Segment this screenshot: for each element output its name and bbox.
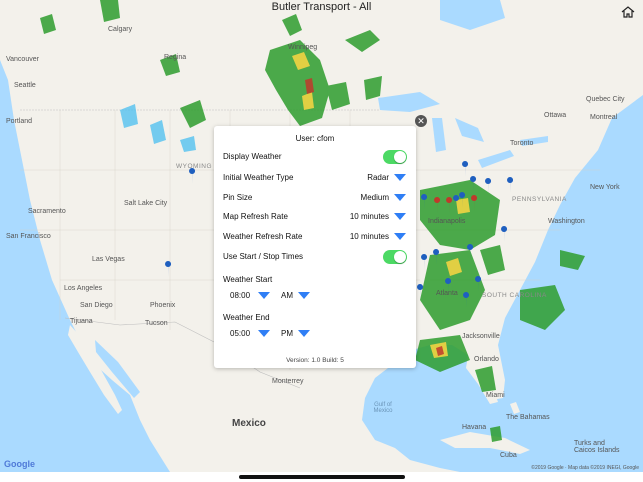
initial-weather-type-value[interactable]: Radar — [367, 173, 389, 182]
initial-weather-type-label: Initial Weather Type — [223, 173, 294, 182]
map-label-the-bahamas: The Bahamas — [506, 414, 550, 421]
settings-panel: User: cfom Display Weather Initial Weath… — [214, 126, 416, 368]
weather-refresh-row[interactable]: Weather Refresh Rate 10 minutes — [223, 230, 407, 244]
map-label-orlando: Orlando — [474, 356, 499, 363]
map-label-san-francisco: San Francisco — [6, 233, 51, 240]
display-weather-toggle[interactable] — [383, 150, 407, 164]
map-label-new-york: New York — [590, 184, 620, 191]
weather-end-ampm[interactable]: PM — [281, 329, 293, 338]
chevron-down-icon[interactable] — [298, 292, 310, 299]
google-logo: Google — [4, 459, 35, 469]
weather-end-label: Weather End — [223, 313, 270, 322]
chevron-down-icon[interactable] — [258, 292, 270, 299]
map-label-calgary: Calgary — [108, 26, 133, 33]
chevron-down-icon[interactable] — [258, 330, 270, 337]
chevron-down-icon[interactable] — [298, 330, 310, 337]
chevron-down-icon[interactable] — [394, 194, 406, 201]
weather-start-time[interactable]: 08:00 — [230, 291, 250, 300]
version-label: Version: 1.0 Build: 5 — [286, 357, 344, 364]
map-label-montreal: Montreal — [590, 114, 618, 121]
map-label-winnipeg: Winnipeg — [288, 44, 318, 51]
home-indicator[interactable] — [239, 475, 405, 479]
home-icon[interactable] — [621, 6, 635, 18]
user-label: User: cfom — [295, 134, 335, 143]
map-label-havana: Havana — [462, 424, 487, 431]
map-label-monterrey: Monterrey — [272, 378, 304, 385]
map-label-portland: Portland — [6, 118, 33, 125]
close-icon[interactable]: ✕ — [415, 115, 427, 127]
weather-start-ampm[interactable]: AM — [281, 291, 293, 300]
pin-size-label: Pin Size — [223, 193, 253, 202]
map-label-regina: Regina — [164, 54, 187, 61]
map-copyright: ©2019 Google · Map data ©2019 INEGI, Goo… — [531, 465, 639, 471]
map-label-phoenix: Phoenix — [150, 302, 176, 309]
map-label-salt-lake: Salt Lake City — [124, 200, 168, 207]
map-label-south-carolina: SOUTH CAROLINA — [482, 292, 547, 299]
chevron-down-icon[interactable] — [394, 174, 406, 181]
map-label-mexico: Mexico — [232, 418, 266, 429]
map-refresh-value[interactable]: 10 minutes — [350, 212, 389, 221]
weather-refresh-label: Weather Refresh Rate — [223, 232, 303, 241]
weather-refresh-value[interactable]: 10 minutes — [350, 232, 389, 241]
pin-size-row[interactable]: Pin Size Medium — [223, 191, 407, 205]
start-stop-label: Use Start / Stop Times — [223, 252, 304, 261]
map-label-cuba: Cuba — [500, 452, 517, 459]
map-label-gulf-of-mexico: Gulf of Mexico — [373, 402, 393, 414]
map-label-sacramento: Sacramento — [28, 208, 66, 215]
map-label-washington: Washington — [548, 218, 585, 225]
map-label-wyoming: WYOMING — [176, 163, 212, 170]
start-stop-toggle[interactable] — [383, 250, 407, 264]
map-label-vancouver: Vancouver — [6, 56, 39, 63]
map-refresh-label: Map Refresh Rate — [223, 212, 288, 221]
start-stop-row: Use Start / Stop Times — [223, 250, 407, 264]
map-label-quebec-city: Quebec City — [586, 96, 625, 103]
map-label-tijuana: Tijuana — [70, 318, 93, 325]
map-label-pennsylvania: PENNSYLVANIA — [512, 196, 567, 203]
map-label-ottawa: Ottawa — [544, 112, 567, 119]
map-label-san-diego: San Diego — [80, 302, 113, 309]
map-label-toronto: Toronto — [510, 140, 534, 147]
chevron-down-icon[interactable] — [394, 213, 406, 220]
map-label-tucson: Tucson — [145, 320, 168, 327]
display-weather-label: Display Weather — [223, 152, 282, 161]
map-label-atlanta: Atlanta — [436, 290, 458, 297]
display-weather-row: Display Weather — [223, 150, 407, 164]
weather-start-label: Weather Start — [223, 275, 273, 284]
map-label-turks-caicos: Turks and Caicos Islands — [574, 440, 620, 454]
map-refresh-row[interactable]: Map Refresh Rate 10 minutes — [223, 210, 407, 224]
map-label-miami: Miami — [486, 392, 505, 399]
window-title: Butler Transport - All — [271, 1, 372, 13]
map-label-las-vegas: Las Vegas — [92, 256, 125, 263]
weather-end-time[interactable]: 05:00 — [230, 329, 250, 338]
map-label-indianapolis: Indianapolis — [428, 218, 466, 225]
map-label-los-angeles: Los Angeles — [64, 285, 103, 292]
map-label-jacksonville: Jacksonville — [462, 333, 500, 340]
map-label-seattle: Seattle — [14, 82, 36, 89]
chevron-down-icon[interactable] — [394, 233, 406, 240]
pin-size-value[interactable]: Medium — [361, 193, 389, 202]
initial-weather-type-row[interactable]: Initial Weather Type Radar — [223, 171, 407, 185]
